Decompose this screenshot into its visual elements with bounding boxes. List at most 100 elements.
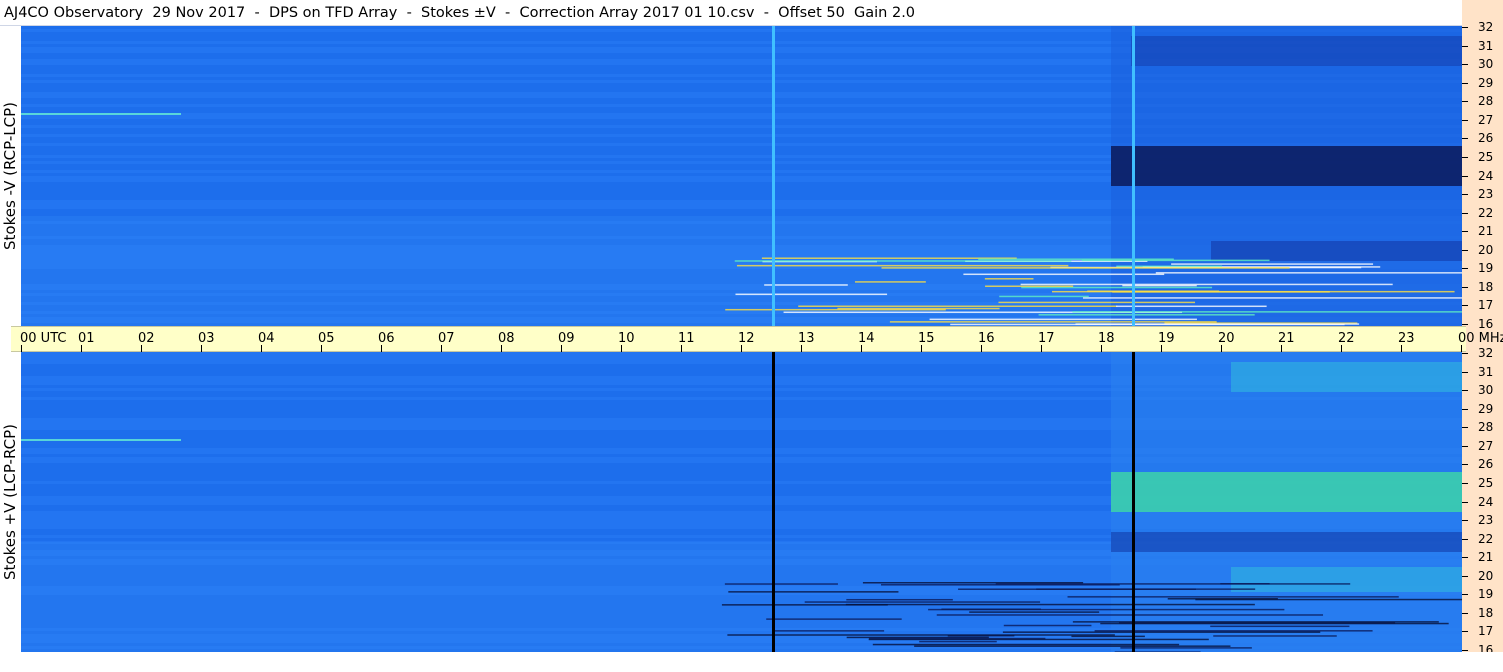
vertical-marker <box>1132 26 1135 326</box>
freq-tick <box>1462 445 1468 447</box>
rfi-streak <box>929 318 1197 321</box>
time-tick <box>321 345 322 352</box>
dark-band <box>1111 532 1462 552</box>
freq-label: 26 <box>1478 457 1494 472</box>
freq-label: 24 <box>1478 168 1494 183</box>
rfi-streak <box>721 604 888 606</box>
rfi-streak <box>881 267 1290 269</box>
rfi-streak <box>958 588 1196 590</box>
rfi-streak <box>919 640 997 643</box>
rfi-streak <box>736 264 1069 267</box>
rfi-streak <box>985 285 1074 288</box>
freq-label: 22 <box>1478 531 1494 546</box>
time-tick <box>981 345 982 352</box>
time-label: 05 <box>318 331 335 346</box>
time-tick <box>1341 345 1342 352</box>
vertical-marker <box>772 352 775 652</box>
bottom-margin <box>0 652 1503 672</box>
rfi-streak <box>1072 311 1462 313</box>
freq-tick <box>1462 408 1468 410</box>
time-label: 11 <box>678 331 695 346</box>
time-tick <box>21 345 22 352</box>
time-tick <box>1281 345 1282 352</box>
freq-tick <box>1462 557 1468 559</box>
vertical-marker <box>772 26 775 326</box>
rfi-streak <box>1167 598 1278 600</box>
freq-label: 29 <box>1478 401 1494 416</box>
rfi-streak <box>764 284 848 286</box>
freq-label: 24 <box>1478 494 1494 509</box>
time-tick <box>1461 345 1462 352</box>
rfi-streak <box>773 630 885 632</box>
freq-tick <box>1462 231 1468 233</box>
rfi-streak <box>846 598 953 601</box>
time-tick <box>921 345 922 352</box>
time-tick <box>201 345 202 352</box>
freq-axis-bottom: 32 31 30 29 28 27 26 25 24 23 22 21 20 19 18 17 16 <box>1462 347 1503 656</box>
bottom-ylabel-container: Stokes +V (LCP-RCP) <box>0 352 20 652</box>
freq-tick <box>1462 520 1468 522</box>
freq-label: 25 <box>1478 475 1494 490</box>
rfi-streak <box>969 611 1100 613</box>
time-label: 23 <box>1398 331 1415 346</box>
time-tick <box>261 345 262 352</box>
freq-tick <box>1462 305 1468 307</box>
rfi-streak <box>999 295 1089 298</box>
rfi-streak <box>1210 625 1350 628</box>
freq-label: 17 <box>1478 298 1494 313</box>
freq-tick <box>1462 631 1468 633</box>
rfi-streak <box>1094 630 1373 632</box>
freq-tick <box>1462 324 1468 325</box>
spectrogram-top <box>21 26 1462 326</box>
time-tick <box>861 345 862 352</box>
time-label: 22 <box>1338 331 1355 346</box>
rfi-streak <box>1067 596 1399 598</box>
rfi-streak <box>724 583 838 585</box>
time-label: 13 <box>798 331 815 346</box>
freq-tick <box>1462 482 1468 484</box>
freq-label: 23 <box>1478 513 1494 528</box>
time-label: 16 <box>978 331 995 346</box>
freq-tick <box>1462 175 1468 177</box>
time-axis: 00 UTC 01 02 03 04 05 06 07 08 09 10 11 12 13 14 15 16 17… <box>11 326 1503 352</box>
freq-label: 18 <box>1478 279 1494 294</box>
freq-tick <box>1462 650 1468 651</box>
freq-tick <box>1462 501 1468 503</box>
time-label: 03 <box>198 331 215 346</box>
freq-label: 20 <box>1478 242 1494 257</box>
time-label: 08 <box>498 331 515 346</box>
rfi-streak <box>1171 263 1374 265</box>
rfi-streak <box>941 608 1041 610</box>
spectrogram-top-image <box>21 26 1462 326</box>
freq-tick <box>1462 138 1468 140</box>
rfi-streak <box>1213 635 1337 637</box>
freq-tick <box>1462 390 1468 392</box>
rfi-streak <box>1020 283 1393 286</box>
freq-tick <box>1462 82 1468 84</box>
freq-tick <box>1462 27 1468 28</box>
freq-label: 28 <box>1478 94 1494 109</box>
rfi-streak <box>727 634 1115 636</box>
freq-label: 31 <box>1478 38 1494 53</box>
freq-label: 31 <box>1478 364 1494 379</box>
time-label: 20 <box>1218 331 1235 346</box>
time-tick <box>1161 345 1162 352</box>
time-label: 17 <box>1038 331 1055 346</box>
time-tick <box>741 345 742 352</box>
time-tick <box>681 345 682 352</box>
rfi-streak <box>1087 290 1220 292</box>
time-label: 01 <box>78 331 95 346</box>
freq-label: 25 <box>1478 149 1494 164</box>
rfi-streak <box>984 278 1034 280</box>
freq-tick <box>1462 427 1468 429</box>
time-label: 21 <box>1278 331 1295 346</box>
time-tick <box>621 345 622 352</box>
dark-band <box>1211 241 1462 261</box>
freq-tick <box>1462 101 1468 103</box>
rfi-streak <box>914 645 1231 647</box>
time-label: 19 <box>1158 331 1175 346</box>
freq-label: 26 <box>1478 131 1494 146</box>
freq-label: 16 <box>1478 317 1494 331</box>
rfi-streak <box>978 258 1174 260</box>
time-tick <box>501 345 502 352</box>
